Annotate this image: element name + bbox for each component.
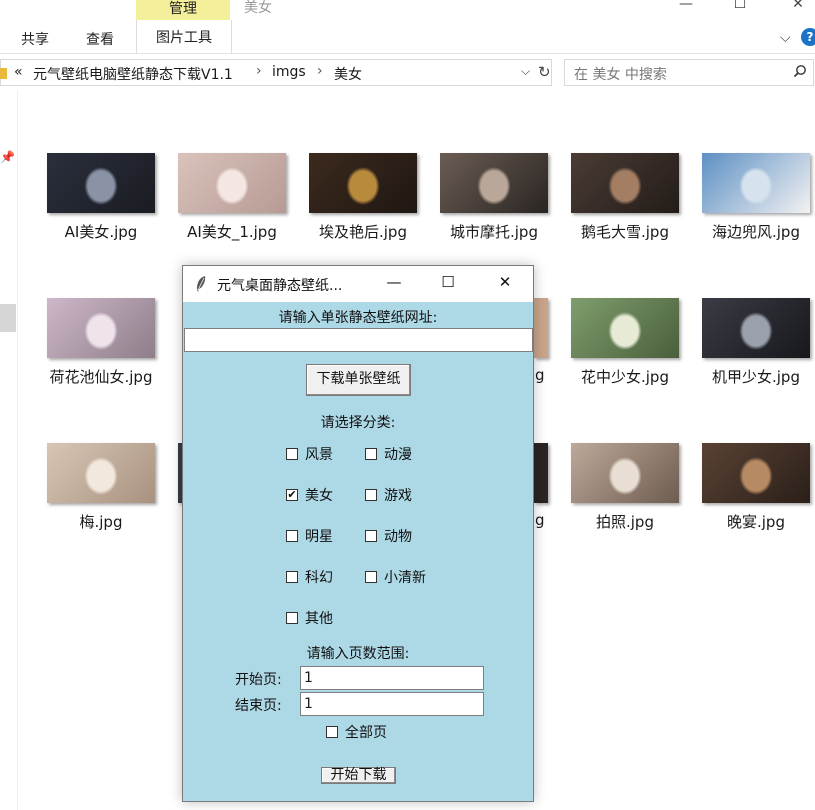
category-label-animal: 动物 <box>384 529 412 545</box>
checkbox-animal[interactable] <box>365 530 377 542</box>
dialog-minimize-button[interactable]: — <box>379 273 409 291</box>
image-thumbnail[interactable] <box>178 153 286 213</box>
category-prompt-label: 请选择分类: <box>320 415 396 431</box>
checkbox-game[interactable] <box>365 489 377 501</box>
end-page-input[interactable]: 1 <box>300 692 484 716</box>
checkbox-scifi[interactable] <box>286 571 298 583</box>
all-pages-label: 全部页 <box>345 725 387 741</box>
image-thumbnail[interactable] <box>47 443 155 503</box>
category-label-landscape: 风景 <box>305 447 333 463</box>
image-thumbnail[interactable] <box>702 443 810 503</box>
search-input[interactable]: 在 美女 中搜索 <box>574 64 667 84</box>
refresh-icon[interactable]: ↻ <box>538 63 551 81</box>
breadcrumb-root[interactable]: 元气壁纸电脑壁纸静态下载V1.1 <box>33 64 233 84</box>
maximize-button[interactable]: ☐ <box>720 0 760 16</box>
breadcrumb-separator-icon[interactable]: › <box>317 63 323 79</box>
file-name-label[interactable]: 海边兜风.jpg <box>690 221 815 242</box>
file-name-label[interactable]: 城市摩托.jpg <box>428 221 560 242</box>
breadcrumb-overflow[interactable]: « <box>14 64 23 80</box>
start-download-button[interactable]: 开始下载 <box>321 767 396 784</box>
ribbon-divider <box>0 53 815 54</box>
image-thumbnail[interactable] <box>47 298 155 358</box>
address-bar[interactable]: « 元气壁纸电脑壁纸静态下载V1.1 › imgs › 美女 ⌵ ↻ <box>0 59 552 86</box>
image-thumbnail[interactable] <box>571 153 679 213</box>
folder-icon <box>0 68 7 79</box>
pin-icon[interactable]: 📌 <box>0 150 15 164</box>
category-label-other: 其他 <box>305 611 333 627</box>
help-icon[interactable]: ? <box>801 28 815 46</box>
dialog-maximize-button[interactable]: ☐ <box>433 273 463 291</box>
image-thumbnail[interactable] <box>571 298 679 358</box>
category-label-game: 游戏 <box>384 488 412 504</box>
page-range-prompt-label: 请输入页数范围: <box>306 646 410 662</box>
feather-icon <box>197 276 206 292</box>
file-name-label[interactable]: AI美女.jpg <box>35 221 167 242</box>
image-thumbnail[interactable] <box>440 153 548 213</box>
nav-pane-divider <box>17 90 18 810</box>
checkbox-fresh[interactable] <box>365 571 377 583</box>
address-dropdown-icon[interactable]: ⌵ <box>521 64 530 79</box>
breadcrumb-imgs[interactable]: imgs <box>272 64 306 80</box>
checkbox-celebrity[interactable] <box>286 530 298 542</box>
tab-share[interactable]: 共享 <box>21 29 49 49</box>
dialog-title-bar[interactable]: 元气桌面静态壁纸... — ☐ ✕ <box>183 266 533 302</box>
category-label-anime: 动漫 <box>384 447 412 463</box>
file-name-label[interactable]: 梅.jpg <box>35 511 167 532</box>
start-page-label: 开始页: <box>235 672 282 688</box>
checkbox-anime[interactable] <box>365 448 377 460</box>
file-name-label[interactable]: 花中少女.jpg <box>559 366 691 387</box>
url-input[interactable] <box>184 328 533 352</box>
checkbox-other[interactable] <box>286 612 298 624</box>
minimize-button[interactable]: — <box>666 0 706 16</box>
ribbon-context-group: 管理 <box>136 0 230 20</box>
downloader-dialog: 元气桌面静态壁纸... — ☐ ✕ 请输入单张静态壁纸网址: 下载单张壁纸 请选… <box>182 265 534 802</box>
breadcrumb-current[interactable]: 美女 <box>334 64 362 84</box>
window-title: 美女 <box>244 0 272 16</box>
category-label-scifi: 科幻 <box>305 570 333 586</box>
image-thumbnail[interactable] <box>309 153 417 213</box>
category-label-fresh: 小清新 <box>384 570 426 586</box>
file-name-label[interactable]: AI美女_1.jpg <box>166 221 298 242</box>
file-name-label[interactable]: 晚宴.jpg <box>690 511 815 532</box>
image-thumbnail[interactable] <box>702 153 810 213</box>
category-label-celebrity: 明星 <box>305 529 333 545</box>
search-box[interactable]: 在 美女 中搜索 <box>564 59 814 86</box>
ribbon-expand-chevron-icon[interactable]: ⌵ <box>780 30 791 46</box>
file-name-label[interactable]: 鹅毛大雪.jpg <box>559 221 691 242</box>
image-thumbnail[interactable] <box>534 298 548 358</box>
checkbox-beauty[interactable]: ✔ <box>286 489 298 501</box>
dialog-title: 元气桌面静态壁纸... <box>217 278 343 294</box>
search-icon[interactable] <box>793 64 807 78</box>
image-thumbnail[interactable] <box>47 153 155 213</box>
category-label-beauty: 美女 <box>305 488 333 504</box>
breadcrumb-separator-icon[interactable]: › <box>256 63 262 79</box>
url-prompt-label: 请输入单张静态壁纸网址: <box>278 310 438 326</box>
nav-pane-selection[interactable] <box>0 304 16 332</box>
download-single-button[interactable]: 下载单张壁纸 <box>306 364 411 396</box>
tab-picture-tools[interactable]: 图片工具 <box>136 20 232 54</box>
image-thumbnail[interactable] <box>702 298 810 358</box>
image-thumbnail[interactable] <box>571 443 679 503</box>
file-name-label[interactable]: 埃及艳后.jpg <box>297 221 429 242</box>
file-name-label[interactable]: 机甲少女.jpg <box>690 366 815 387</box>
end-page-label: 结束页: <box>235 698 282 714</box>
checkbox-all-pages[interactable] <box>326 726 338 738</box>
file-name-label[interactable]: g <box>535 366 545 384</box>
checkbox-landscape[interactable] <box>286 448 298 460</box>
tab-view[interactable]: 查看 <box>86 29 114 49</box>
start-page-input[interactable]: 1 <box>300 666 484 690</box>
dialog-close-button[interactable]: ✕ <box>490 273 520 291</box>
image-thumbnail[interactable] <box>534 443 548 503</box>
file-name-label[interactable]: g <box>535 511 545 529</box>
close-button[interactable]: ✕ <box>778 0 815 16</box>
file-name-label[interactable]: 拍照.jpg <box>559 511 691 532</box>
file-name-label[interactable]: 荷花池仙女.jpg <box>35 366 167 387</box>
